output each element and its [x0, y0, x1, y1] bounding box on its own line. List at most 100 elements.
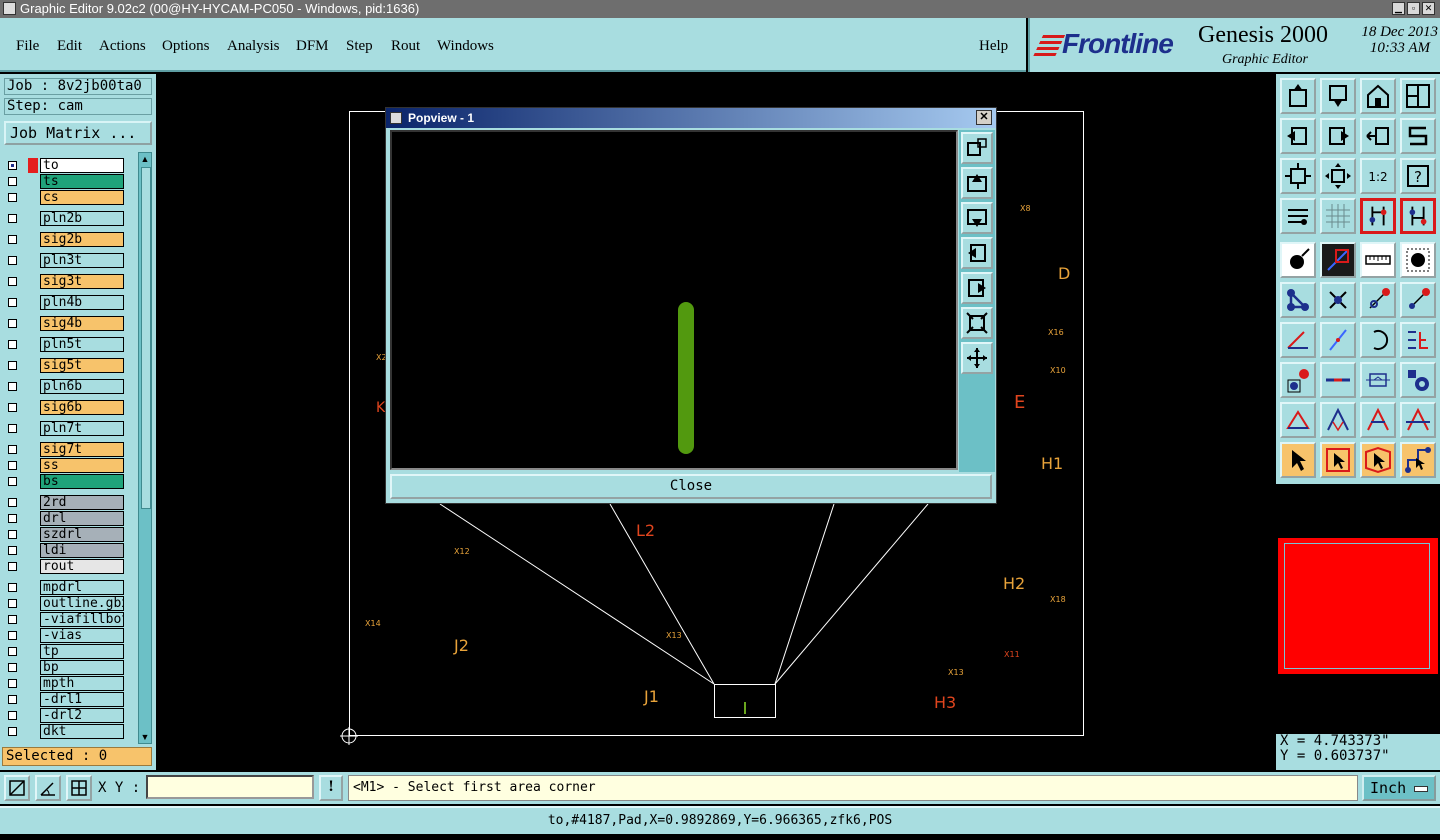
layer-checkbox[interactable]: [8, 631, 17, 640]
layer-checkbox[interactable]: [8, 319, 17, 328]
scale-1-2-icon[interactable]: 1:2: [1360, 158, 1396, 194]
pad-select-icon[interactable]: [1400, 242, 1436, 278]
layer-checkbox[interactable]: [8, 583, 17, 592]
cross-icon[interactable]: [1320, 282, 1356, 318]
layer-row[interactable]: drl: [4, 511, 136, 526]
move-feature-icon[interactable]: [1360, 282, 1396, 318]
measure-icon[interactable]: [1360, 362, 1396, 398]
layer-row[interactable]: bs: [4, 474, 136, 489]
layer-checkbox[interactable]: [8, 530, 17, 539]
overview-preview[interactable]: [1276, 484, 1440, 734]
ruler-icon[interactable]: [1360, 242, 1396, 278]
snap-mode-icon[interactable]: [4, 775, 30, 801]
layer-row[interactable]: bp: [4, 660, 136, 675]
layer-row[interactable]: pln5t: [4, 337, 136, 352]
layer-row[interactable]: pln3t: [4, 253, 136, 268]
menu-windows[interactable]: Windows: [437, 38, 494, 55]
layer-name[interactable]: rout: [40, 559, 124, 574]
layer-row[interactable]: sig2b: [4, 232, 136, 247]
layer-checkbox[interactable]: [8, 382, 17, 391]
layer-checkbox[interactable]: [8, 193, 17, 202]
layer-name[interactable]: tp: [40, 644, 124, 659]
draw-line-icon[interactable]: [1320, 242, 1356, 278]
snap-net-icon[interactable]: [1360, 198, 1396, 234]
layer-row[interactable]: -vias: [4, 628, 136, 643]
peak-up-icon[interactable]: [1360, 402, 1396, 438]
layer-row[interactable]: tp: [4, 644, 136, 659]
layer-row[interactable]: cs: [4, 190, 136, 205]
menu-file[interactable]: File: [16, 38, 39, 55]
layer-row[interactable]: rout: [4, 559, 136, 574]
layer-checkbox[interactable]: [8, 235, 17, 244]
layer-checkbox[interactable]: [8, 340, 17, 349]
layer-name[interactable]: mpdrl: [40, 580, 124, 595]
layer-name[interactable]: bp: [40, 660, 124, 675]
split-view-icon[interactable]: [1400, 78, 1436, 114]
units-select[interactable]: Inch: [1362, 775, 1436, 801]
popview-pan-right-icon[interactable]: [961, 272, 993, 304]
layer-checkbox[interactable]: [8, 599, 17, 608]
layer-row[interactable]: sig5t: [4, 358, 136, 373]
home-icon[interactable]: [1360, 78, 1396, 114]
layer-name[interactable]: outline.gbx: [40, 596, 124, 611]
layer-row[interactable]: pln4b: [4, 295, 136, 310]
layer-checkbox[interactable]: [8, 277, 17, 286]
layer-name[interactable]: -vias: [40, 628, 124, 643]
layer-checkbox[interactable]: [8, 477, 17, 486]
angle-icon[interactable]: [1280, 322, 1316, 358]
layer-name[interactable]: sig2b: [40, 232, 124, 247]
popview-pan-up-icon[interactable]: [961, 167, 993, 199]
layer-name[interactable]: szdrl: [40, 527, 124, 542]
scroll-down-icon[interactable]: ▼: [140, 731, 150, 743]
layer-row[interactable]: sig3t: [4, 274, 136, 289]
popview-titlebar[interactable]: Popview - 1 ✕: [386, 108, 996, 128]
popview-center-icon[interactable]: [961, 342, 993, 374]
settings-tools-icon[interactable]: [1280, 198, 1316, 234]
layer-name[interactable]: sig5t: [40, 358, 124, 373]
redraw-icon[interactable]: [1400, 118, 1436, 154]
layer-name[interactable]: 2rd: [40, 495, 124, 510]
copy-feature-icon[interactable]: [1400, 282, 1436, 318]
select-box-icon[interactable]: [1320, 442, 1356, 478]
connect-pads-icon[interactable]: [1280, 282, 1316, 318]
layer-checkbox[interactable]: [8, 647, 17, 656]
triangle-icon[interactable]: [1280, 402, 1316, 438]
pad-group-icon[interactable]: [1400, 362, 1436, 398]
layer-name[interactable]: ss: [40, 458, 124, 473]
select-pointer-icon[interactable]: [1280, 442, 1316, 478]
layer-row[interactable]: ss: [4, 458, 136, 473]
layer-checkbox[interactable]: [8, 403, 17, 412]
layer-checkbox[interactable]: [8, 424, 17, 433]
maximize-button[interactable]: ▫: [1407, 2, 1420, 15]
layer-row[interactable]: 2rd: [4, 495, 136, 510]
layer-name[interactable]: sig4b: [40, 316, 124, 331]
layer-row[interactable]: dkt: [4, 724, 136, 739]
diagonal-line-icon[interactable]: [1320, 322, 1356, 358]
arc-icon[interactable]: [1360, 322, 1396, 358]
center-icon[interactable]: [1320, 158, 1356, 194]
layer-checkbox[interactable]: [8, 727, 17, 736]
undo-view-icon[interactable]: [1360, 118, 1396, 154]
layer-name[interactable]: ldi: [40, 543, 124, 558]
layer-scrollbar[interactable]: ▲ ▼: [138, 152, 152, 744]
layer-name[interactable]: bs: [40, 474, 124, 489]
layer-name[interactable]: sig3t: [40, 274, 124, 289]
layer-name[interactable]: pln3t: [40, 253, 124, 268]
layer-checkbox[interactable]: [8, 711, 17, 720]
menu-edit[interactable]: Edit: [57, 38, 82, 55]
layer-name[interactable]: sig7t: [40, 442, 124, 457]
layer-name[interactable]: pln2b: [40, 211, 124, 226]
popview-pan-left-icon[interactable]: [961, 237, 993, 269]
minimize-button[interactable]: ▁: [1392, 2, 1405, 15]
popview-fit-icon[interactable]: [961, 307, 993, 339]
menu-actions[interactable]: Actions: [99, 38, 146, 55]
layer-name[interactable]: cs: [40, 190, 124, 205]
select-net-icon[interactable]: [1400, 442, 1436, 478]
layer-checkbox[interactable]: [8, 161, 17, 170]
zoom-home-icon[interactable]: [1280, 78, 1316, 114]
menu-rout[interactable]: Rout: [391, 38, 420, 55]
layer-row[interactable]: outline.gbx: [4, 596, 136, 611]
grid-mode-icon[interactable]: [66, 775, 92, 801]
popview-zoom-icon[interactable]: [961, 132, 993, 164]
layer-row[interactable]: to: [4, 158, 136, 173]
